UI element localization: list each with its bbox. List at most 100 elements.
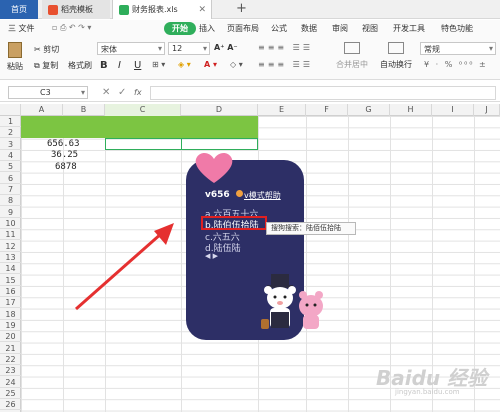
underline-button[interactable]: U bbox=[134, 60, 141, 71]
row-header-15[interactable]: 15 bbox=[0, 275, 21, 286]
row-header-24[interactable]: 24 bbox=[0, 377, 21, 388]
tab-home[interactable]: 首页 bbox=[0, 0, 38, 19]
format-painter-button[interactable]: 格式刷 bbox=[68, 60, 92, 71]
row-header-19[interactable]: 19 bbox=[0, 320, 21, 331]
row-header-6[interactable]: 6 bbox=[0, 173, 21, 184]
bold-button[interactable]: B bbox=[100, 60, 108, 71]
chevron-down-icon: ▾ bbox=[157, 44, 162, 53]
column-header-d[interactable]: D bbox=[181, 104, 258, 116]
tab-template[interactable]: 稻壳模板 bbox=[42, 0, 110, 19]
confirm-icon[interactable]: ✓ bbox=[118, 87, 126, 98]
column-header-e[interactable]: E bbox=[258, 104, 306, 116]
fill-color-icon[interactable]: ◈ ▾ bbox=[178, 60, 191, 69]
row-header-3[interactable]: 3 bbox=[0, 139, 21, 150]
row-header-14[interactable]: 14 bbox=[0, 263, 21, 275]
row-header-1[interactable]: 1 bbox=[0, 116, 21, 127]
cancel-icon[interactable]: ✕ bbox=[102, 87, 110, 98]
font-size-select[interactable]: 12 ▾ bbox=[168, 42, 210, 55]
row-header-20[interactable]: 20 bbox=[0, 331, 21, 343]
column-header-i[interactable]: I bbox=[432, 104, 474, 116]
row-header-7[interactable]: 7 bbox=[0, 184, 21, 195]
cell-a4[interactable]: 36.25 bbox=[51, 150, 78, 160]
align-top-icons[interactable]: ≡≡≡ ☰☰ bbox=[258, 43, 313, 52]
wrap-text-button[interactable]: 自动换行 bbox=[380, 42, 412, 70]
grid-line bbox=[181, 116, 182, 412]
menu-features[interactable]: 特色功能 bbox=[441, 23, 473, 34]
ime-page-arrows[interactable]: ◀ ▶ bbox=[205, 252, 218, 260]
row-header-25[interactable]: 25 bbox=[0, 388, 21, 399]
row-header-16[interactable]: 16 bbox=[0, 286, 21, 297]
font-family-select[interactable]: 宋体 ▾ bbox=[97, 42, 165, 55]
cell-a5[interactable]: 6878 bbox=[55, 162, 77, 172]
name-box[interactable]: C3 ▾ bbox=[8, 86, 88, 99]
italic-button[interactable]: I bbox=[118, 60, 121, 71]
ime-input-text: v656 bbox=[205, 190, 230, 200]
paste-button[interactable]: 粘贴 bbox=[7, 42, 23, 72]
menu-formulas[interactable]: 公式 bbox=[271, 23, 287, 34]
menu-view[interactable]: 视图 bbox=[362, 23, 378, 34]
tab-file-label: 财务报表.xls bbox=[132, 5, 178, 14]
row-header-26[interactable]: 26 bbox=[0, 399, 21, 411]
row-header-2[interactable]: 2 bbox=[0, 127, 21, 139]
cell-ref: C3 bbox=[40, 88, 51, 97]
menu-review[interactable]: 审阅 bbox=[332, 23, 348, 34]
row-header-17[interactable]: 17 bbox=[0, 297, 21, 309]
row-header-13[interactable]: 13 bbox=[0, 252, 21, 263]
cell-a3[interactable]: 656.63 bbox=[47, 139, 80, 149]
menu-insert[interactable]: 插入 bbox=[199, 23, 215, 34]
row-header-5[interactable]: 5 bbox=[0, 161, 21, 173]
chevron-down-icon: ▾ bbox=[488, 44, 493, 53]
row-header-8[interactable]: 8 bbox=[0, 195, 21, 207]
menu-developer[interactable]: 开发工具 bbox=[393, 23, 425, 34]
close-icon[interactable]: ✕ bbox=[198, 5, 206, 15]
format-painter-label: 格式刷 bbox=[68, 61, 92, 70]
row-header-23[interactable]: 23 bbox=[0, 365, 21, 377]
row-header-10[interactable]: 10 bbox=[0, 218, 21, 229]
menu-page-layout[interactable]: 页面布局 bbox=[227, 23, 259, 34]
new-tab-button[interactable]: + bbox=[236, 1, 247, 16]
column-header-b[interactable]: B bbox=[63, 104, 105, 116]
grid-line bbox=[306, 116, 307, 412]
tab-file[interactable]: 财务报表.xls ✕ bbox=[112, 0, 212, 19]
row-header-21[interactable]: 21 bbox=[0, 343, 21, 354]
clear-icon[interactable]: ◇ ▾ bbox=[230, 60, 243, 69]
row-header-22[interactable]: 22 bbox=[0, 354, 21, 365]
menu-file[interactable]: 三 文件 bbox=[8, 23, 35, 34]
cut-button[interactable]: ✂ 剪切 bbox=[34, 44, 59, 55]
formula-bar: C3 ▾ ✕ ✓ fx bbox=[0, 84, 500, 102]
column-header-a[interactable]: A bbox=[21, 104, 63, 116]
font-color-icon[interactable]: A ▾ bbox=[204, 60, 217, 69]
heart-icon bbox=[195, 153, 233, 183]
row-headers: 1 2 3 4 5 6 7 8 9 10 11 12 13 14 15 16 17 18 19 20 21 22 23 24 2… bbox=[0, 116, 21, 412]
column-header-g[interactable]: G bbox=[348, 104, 390, 116]
row-header-18[interactable]: 18 bbox=[0, 309, 21, 320]
number-format-icons[interactable]: ¥ · % ⁰⁰⁰ ± bbox=[424, 60, 488, 69]
header-band[interactable] bbox=[21, 116, 258, 138]
ime-help-link[interactable]: v模式帮助 bbox=[244, 190, 281, 201]
number-format-select[interactable]: 常规 ▾ bbox=[420, 42, 496, 55]
docer-icon bbox=[48, 4, 58, 15]
column-header-f[interactable]: F bbox=[306, 104, 348, 116]
row-header-9[interactable]: 9 bbox=[0, 207, 21, 218]
column-header-h[interactable]: H bbox=[390, 104, 432, 116]
column-header-j[interactable]: J bbox=[474, 104, 500, 116]
menu-data[interactable]: 数据 bbox=[301, 23, 317, 34]
copy-button[interactable]: ⧉ 复制 bbox=[34, 60, 58, 71]
select-all-corner[interactable] bbox=[0, 104, 21, 116]
border-icon[interactable]: ⊞ ▾ bbox=[152, 60, 165, 69]
search-tooltip[interactable]: 搜狗搜索：陆佰伍拾陆 bbox=[266, 222, 356, 235]
row-header-4[interactable]: 4 bbox=[0, 150, 21, 161]
column-header-c[interactable]: C bbox=[105, 104, 181, 116]
formula-input[interactable] bbox=[150, 86, 496, 100]
align-horizontal-icons[interactable]: ≡≡≡ ☰☰ bbox=[258, 60, 313, 69]
fx-icon[interactable]: fx bbox=[134, 88, 142, 97]
menu-start[interactable]: 开始 bbox=[164, 22, 196, 35]
scissors-icon: ✂ bbox=[34, 45, 41, 54]
merge-center-button[interactable]: 合并居中 bbox=[336, 42, 368, 70]
merge-center-label: 合并居中 bbox=[336, 60, 368, 69]
row-header-12[interactable]: 12 bbox=[0, 241, 21, 252]
font-grow-icon[interactable]: A⁺ A⁻ bbox=[214, 43, 238, 52]
toolbar: 粘贴 ✂ 剪切 ⧉ 复制 格式刷 宋体 ▾ 12 ▾ A⁺ A⁻ B I U ⊞ ▾… bbox=[0, 38, 500, 80]
chevron-down-icon: ▾ bbox=[80, 88, 85, 97]
row-header-11[interactable]: 11 bbox=[0, 229, 21, 241]
